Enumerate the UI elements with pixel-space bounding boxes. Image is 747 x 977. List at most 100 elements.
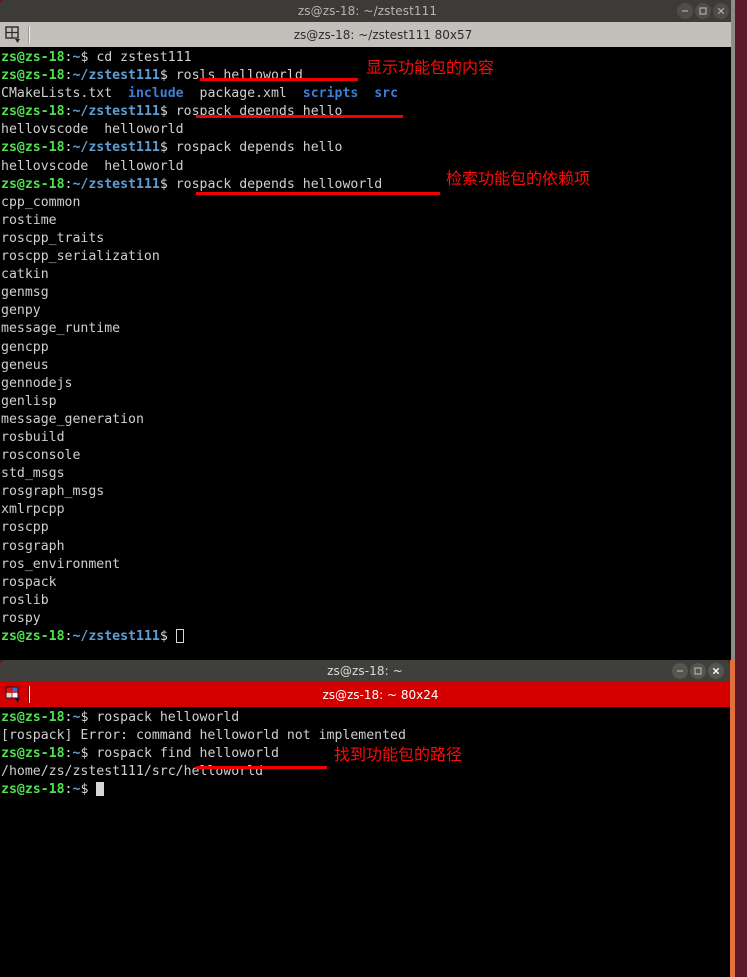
terminal-output-bottom[interactable]: zs@zs-18:~$ rospack helloworld [rospack] … <box>0 707 730 977</box>
maximize-icon[interactable] <box>690 663 706 679</box>
terminal-output-text: xmlrpcpp <box>1 502 65 518</box>
minimize-icon[interactable] <box>677 3 693 19</box>
terminal-line: roscpp <box>1 519 735 537</box>
terminal-output-text: rospack <box>1 574 57 590</box>
window-controls <box>672 663 724 679</box>
terminal-line: xmlrpcpp <box>1 501 735 519</box>
terminal-line: message_runtime <box>1 320 735 338</box>
text-cursor <box>175 629 184 643</box>
terminal-output-text: rosbuild <box>1 429 65 445</box>
tab-bottom[interactable]: zs@zs-18: ~ 80x24 <box>31 682 730 707</box>
prompt-user-host: zs@zs-18 <box>1 50 65 65</box>
terminal-output-text: rosconsole <box>1 448 81 464</box>
terminal-line: zs@zs-18:~/zstest111$ rospack depends he… <box>1 140 343 156</box>
prompt-user-host: zs@zs-18 <box>1 140 65 156</box>
terminal-output-text: message_runtime <box>1 321 121 337</box>
terminal-output-text: roscpp_serialization <box>1 249 160 265</box>
terminal-line: geneus <box>1 357 735 375</box>
terminal-line: rosbuild <box>1 429 735 447</box>
terminal-line: zs@zs-18:~$ rospack helloworld <box>1 710 240 725</box>
terminal-line: genpy <box>1 302 735 320</box>
terminal-command <box>88 782 96 797</box>
prompt-user-host: zs@zs-18 <box>1 782 65 798</box>
prompt-user-host: zs@zs-18 <box>1 176 65 192</box>
terminal-line: [rospack] Error: command helloworld not … <box>1 727 730 745</box>
terminal-command: rospack depends hello <box>167 140 343 156</box>
close-icon[interactable] <box>708 663 724 679</box>
minimize-icon[interactable] <box>672 663 688 679</box>
prompt-path: ~/zstest111 <box>72 176 160 192</box>
terminal-output-text: genmsg <box>1 285 49 301</box>
terminal-line: gennodejs <box>1 375 735 393</box>
ls-entry-file: CMakeLists.txt <box>1 86 113 102</box>
prompt-path: ~/zstest111 <box>72 629 160 644</box>
terminal-line: genlisp <box>1 393 735 411</box>
ls-entry-dir: scripts <box>302 86 359 102</box>
tab-list-icon[interactable] <box>0 682 27 707</box>
terminal-output-text: cpp_common <box>1 194 81 210</box>
terminal-output-text: rosgraph_msgs <box>1 484 105 500</box>
terminal-line: rosconsole <box>1 447 735 465</box>
prompt-path: ~/zstest111 <box>72 68 160 84</box>
terminal-command: rosls helloworld <box>167 68 303 84</box>
terminal-output-text: message_generation <box>1 411 144 427</box>
prompt-path: ~/zstest111 <box>72 104 160 120</box>
terminal-line: zs@zs-18:~/zstest111$ rospack depends he… <box>1 176 383 192</box>
terminal-line: std_msgs <box>1 465 735 483</box>
terminal-line: genmsg <box>1 284 735 302</box>
terminal-line: rospack <box>1 574 735 592</box>
prompt-path: ~/zstest111 <box>72 140 160 156</box>
terminal-line: cpp_common <box>1 194 735 212</box>
terminal-output-text: gennodejs <box>1 375 73 391</box>
ls-entry-file: package.xml <box>199 86 287 102</box>
terminal-command <box>168 629 176 644</box>
desktop: zs@zs-18: ~/zstest111 zs@zs-18: ~/zstest… <box>0 0 747 977</box>
terminal-line: roscpp_serialization <box>1 248 735 266</box>
tabbar-top[interactable]: zs@zs-18: ~/zstest111 80x57 <box>0 22 735 47</box>
close-icon[interactable] <box>713 3 729 19</box>
terminal-line: zs@zs-18:~$ cd zstest111 <box>1 50 192 65</box>
text-cursor <box>96 782 105 797</box>
terminal-line: rosgraph_msgs <box>1 483 735 501</box>
terminal-line: zs@zs-18:~/zstest111$ <box>1 628 735 646</box>
terminal-command: rospack depends helloworld <box>167 176 383 192</box>
terminal-command: rospack find helloworld <box>88 746 279 762</box>
tab-top[interactable]: zs@zs-18: ~/zstest111 80x57 <box>31 22 735 47</box>
terminal-command: cd zstest111 <box>88 50 192 65</box>
maximize-icon[interactable] <box>695 3 711 19</box>
tabbar-bottom[interactable]: zs@zs-18: ~ 80x24 <box>0 682 730 707</box>
terminal-output-text: [rospack] Error: command helloworld not … <box>1 728 406 744</box>
terminal-output-text: ros_environment <box>1 556 121 572</box>
terminal-output-top[interactable]: zs@zs-18:~$ cd zstest111 zs@zs-18:~/zstes… <box>0 47 735 660</box>
titlebar-top[interactable]: zs@zs-18: ~/zstest111 <box>0 0 735 22</box>
tab-list-icon[interactable] <box>0 22 27 47</box>
terminal-line: rostime <box>1 212 735 230</box>
terminal-command: rospack depends hello <box>167 104 343 120</box>
terminal-output-text: roscpp <box>1 520 49 536</box>
terminal-line: ros_environment <box>1 556 735 574</box>
terminal-line: message_generation <box>1 411 735 429</box>
terminal-output-text: std_msgs <box>1 466 65 482</box>
terminal-window-bottom[interactable]: zs@zs-18: ~ zs@zs-18: ~ 80x24 zs@zs-18:~… <box>0 660 735 977</box>
prompt-user-host: zs@zs-18 <box>1 710 65 725</box>
prompt-user-host: zs@zs-18 <box>1 68 65 84</box>
terminal-output-text: gencpp <box>1 339 49 355</box>
titlebar-bottom[interactable]: zs@zs-18: ~ <box>0 660 730 682</box>
terminal-line: hellovscode helloworld <box>1 158 735 176</box>
window-controls <box>677 3 729 19</box>
prompt-user-host: zs@zs-18 <box>1 104 65 120</box>
terminal-output-text: /home/zs/zstest111/src/helloworld <box>1 764 264 780</box>
terminal-output-text: genpy <box>1 303 41 319</box>
terminal-output-text: rospy <box>1 610 41 626</box>
terminal-window-top[interactable]: zs@zs-18: ~/zstest111 zs@zs-18: ~/zstest… <box>0 0 735 660</box>
terminal-line: gencpp <box>1 339 735 357</box>
terminal-output-text: rostime <box>1 212 57 228</box>
ls-entry-dir: include <box>128 86 184 102</box>
terminal-output-text: geneus <box>1 357 49 373</box>
terminal-output-text: rosgraph <box>1 538 65 554</box>
terminal-output-text: roscpp_traits <box>1 230 105 246</box>
terminal-output-text: hellovscode helloworld <box>1 122 184 138</box>
terminal-output-text: roslib <box>1 592 49 608</box>
window-title: zs@zs-18: ~/zstest111 <box>297 4 438 18</box>
terminal-line: catkin <box>1 266 735 284</box>
